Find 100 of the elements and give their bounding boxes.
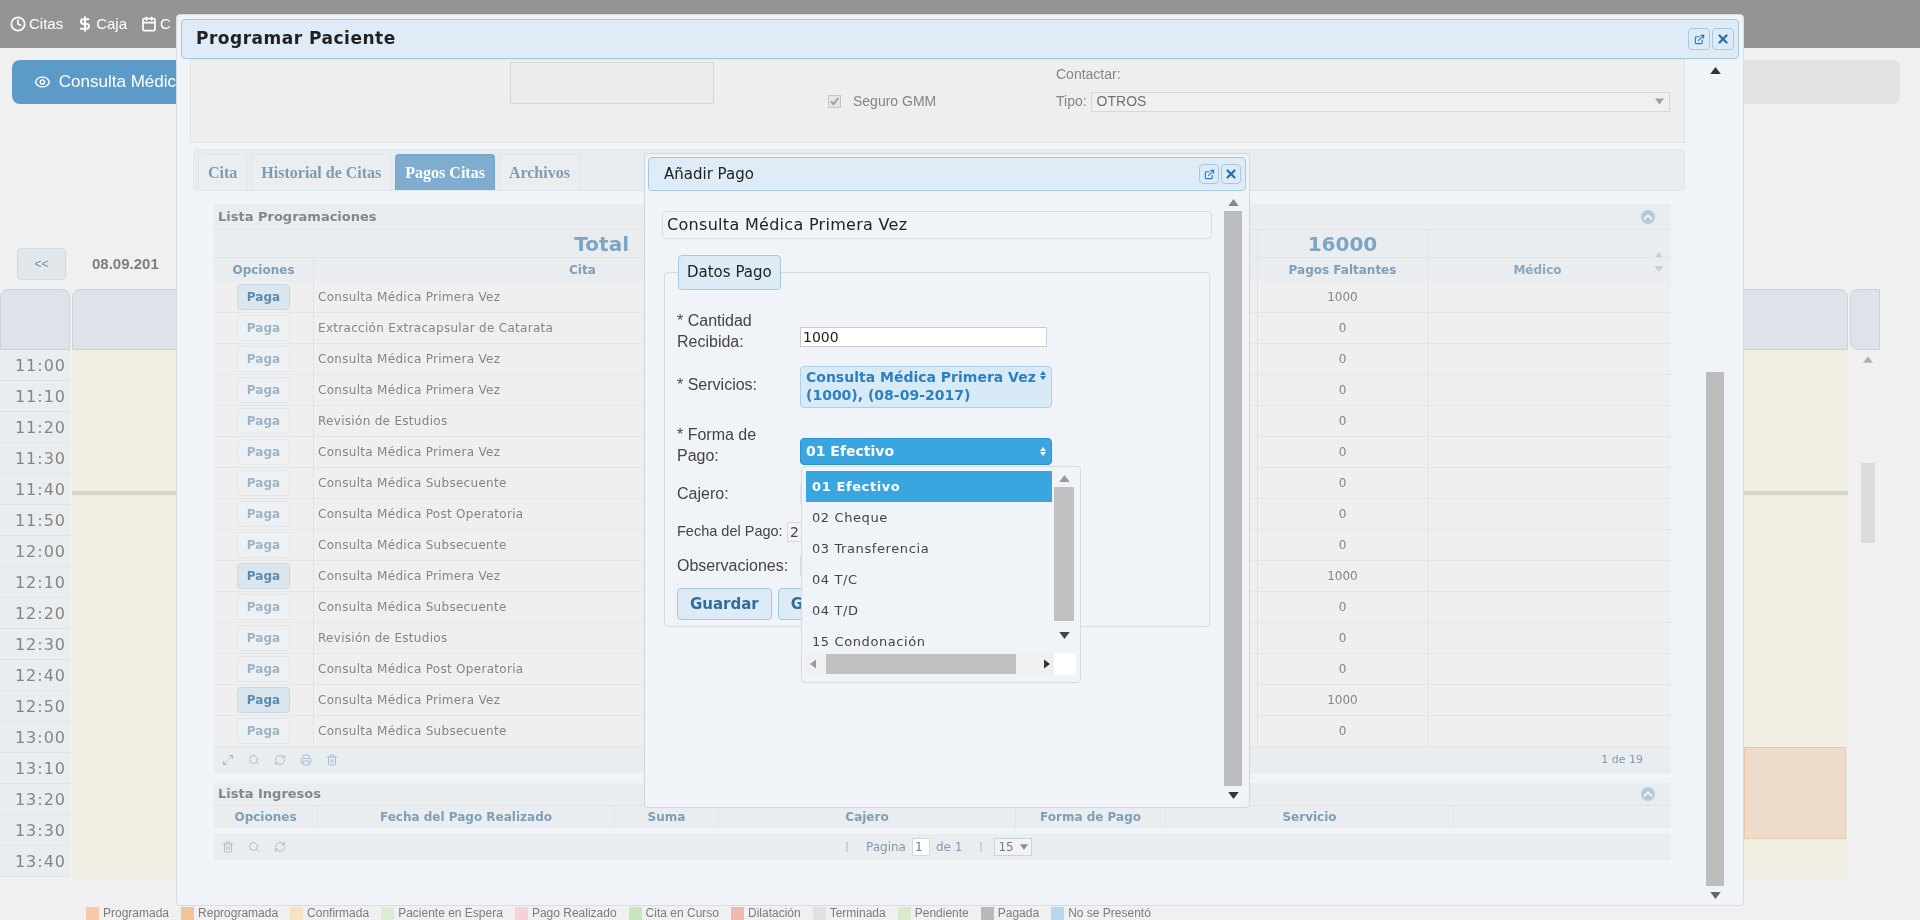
- trash-icon[interactable]: [222, 841, 234, 853]
- calendar-icon: [141, 16, 158, 32]
- dropdown-option[interactable]: 02 Cheque: [806, 502, 1052, 533]
- table-cell: Consulta Médica Subsecuente: [313, 530, 637, 560]
- appointment-block[interactable]: [1744, 747, 1846, 839]
- nav-link[interactable]: Citas: [10, 12, 64, 36]
- tab[interactable]: Cita: [198, 154, 248, 190]
- tab[interactable]: Pagos Citas: [395, 154, 495, 190]
- page-label: Pagina: [866, 839, 906, 856]
- legend-label: No se Presentó: [1068, 907, 1151, 920]
- pay-button[interactable]: Paga: [237, 563, 290, 589]
- tab[interactable]: Archivos: [498, 154, 580, 190]
- notes-field[interactable]: [510, 62, 714, 104]
- close-button[interactable]: [1712, 28, 1734, 50]
- search-icon[interactable]: [248, 754, 260, 766]
- column-header[interactable]: Opciones: [214, 258, 313, 283]
- services-select[interactable]: Consulta Médica Primera Vez (1000), (08-09-2017): [800, 366, 1052, 408]
- view-button[interactable]: Consulta Médic: [12, 60, 176, 104]
- scroll-left-icon[interactable]: [810, 659, 816, 669]
- legend-label: Confirmada: [307, 907, 370, 920]
- form-button[interactable]: Guardar: [677, 588, 772, 620]
- page-size-select[interactable]: 15: [994, 838, 1032, 856]
- previous-button[interactable]: <<: [17, 248, 66, 280]
- dropdown-option[interactable]: 03 Transferencia: [806, 533, 1052, 564]
- table-cell: 0: [1257, 313, 1427, 343]
- table-cell: 1000: [1257, 685, 1427, 715]
- time-label: 12:00: [0, 536, 70, 567]
- column-header[interactable]: Fecha del Pago Realizado: [317, 806, 614, 829]
- popout-button[interactable]: [1688, 28, 1710, 50]
- pay-button[interactable]: Paga: [237, 284, 290, 310]
- field-label: * Cantidad Recibida:: [677, 311, 753, 352]
- time-label: 11:50: [0, 505, 70, 536]
- table-cell: 0: [1257, 406, 1427, 436]
- time-label: 11:00: [0, 350, 70, 381]
- time-label: 12:50: [0, 691, 70, 722]
- dropdown-arrow-icon[interactable]: [1655, 98, 1664, 105]
- refresh-icon[interactable]: [274, 841, 286, 853]
- scroll-down-icon[interactable]: [1058, 632, 1070, 639]
- table-cell: Consulta Médica Primera Vez: [313, 561, 637, 591]
- table-cell: 1000: [1257, 561, 1427, 591]
- tab[interactable]: Historial de Citas: [251, 154, 392, 190]
- payment-method-select[interactable]: 01 Efectivo: [800, 438, 1052, 465]
- amount-field[interactable]: 1000: [800, 327, 1047, 347]
- table-title: Lista Programaciones: [218, 207, 377, 226]
- expand-icon[interactable]: [222, 754, 234, 766]
- trash-icon[interactable]: [326, 754, 338, 766]
- scroll-down-icon[interactable]: [1709, 892, 1721, 899]
- dropdown-option[interactable]: 04 T/D: [806, 595, 1052, 626]
- arrow-down-icon[interactable]: [1040, 452, 1046, 456]
- sort-down-icon[interactable]: [1654, 266, 1664, 272]
- dialog-title: Programar Paciente: [196, 27, 396, 51]
- table-cell: 1000: [1257, 282, 1427, 312]
- time-label: 12:30: [0, 629, 70, 660]
- page-total: de 1: [935, 839, 963, 856]
- dropdown-arrow-icon[interactable]: [1019, 844, 1028, 850]
- dropdown-option[interactable]: 15 Condonación: [806, 626, 1052, 653]
- collapse-icon[interactable]: [1641, 787, 1655, 801]
- legend-label: Pagada: [997, 907, 1040, 920]
- contact-label: Contactar:: [1056, 65, 1122, 84]
- popout-button[interactable]: [1199, 164, 1219, 184]
- scrollbar-thumb[interactable]: [826, 654, 1016, 674]
- scroll-down-icon[interactable]: [1227, 792, 1239, 799]
- printer-icon[interactable]: [300, 754, 312, 766]
- clock-icon: [10, 16, 26, 32]
- type-select[interactable]: OTROS: [1090, 91, 1670, 112]
- arrow-up-icon[interactable]: [1040, 447, 1046, 451]
- nav-link[interactable]: C: [141, 12, 171, 36]
- field-label: Fecha del Pago:: [677, 522, 784, 541]
- nav-link[interactable]: Caja: [77, 12, 128, 36]
- table-cell: 0: [1257, 499, 1427, 529]
- table-cell: Consulta Médica Primera Vez: [313, 437, 637, 467]
- time-label: 13:30: [0, 815, 70, 846]
- close-icon: [1224, 167, 1238, 181]
- close-button[interactable]: [1221, 164, 1241, 184]
- refresh-icon[interactable]: [274, 754, 286, 766]
- table-cell: Consulta Médica Subsecuente: [313, 716, 637, 746]
- page-field[interactable]: 1: [911, 838, 930, 856]
- section-legend: Datos Pago: [678, 255, 781, 290]
- scroll-right-icon[interactable]: [1044, 659, 1051, 669]
- arrow-down-icon[interactable]: [1040, 376, 1046, 380]
- field-label: * Servicios:: [677, 375, 759, 395]
- checkbox[interactable]: [828, 94, 841, 108]
- scrollbar-thumb[interactable]: [1706, 372, 1724, 886]
- dropdown-option[interactable]: 04 T/C: [806, 564, 1052, 595]
- search-icon[interactable]: [248, 841, 260, 853]
- table-cell: 0: [1257, 375, 1427, 405]
- scrollbar-thumb[interactable]: [1054, 487, 1074, 621]
- arrow-up-icon[interactable]: [1040, 371, 1046, 375]
- scroll-up-icon[interactable]: [1709, 67, 1721, 74]
- collapse-icon[interactable]: [1641, 209, 1655, 224]
- table-cell: 0: [1257, 592, 1427, 622]
- legend-label: Pago Realizado: [531, 907, 617, 920]
- time-label: 13:20: [0, 784, 70, 815]
- pay-button[interactable]: Paga: [237, 687, 290, 713]
- legend-label: Cita en Curso: [645, 907, 719, 920]
- dropdown-option[interactable]: 01 Efectivo: [806, 471, 1052, 502]
- field-label: Observaciones:: [677, 556, 790, 576]
- table-title: Lista Ingresos: [218, 785, 322, 804]
- scrollbar-thumb[interactable]: [1224, 211, 1242, 786]
- column-header[interactable]: Opciones: [214, 806, 317, 829]
